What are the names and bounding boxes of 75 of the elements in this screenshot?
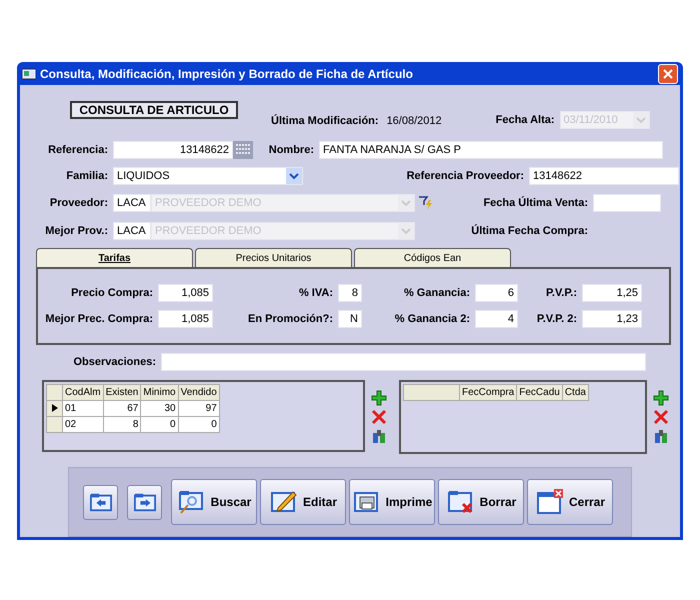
table-cell: 02: [62, 416, 104, 432]
column-header: Existen: [103, 384, 141, 400]
field-label: Mejor Prec. Compra:: [44, 312, 154, 327]
field-label: En Promoción?:: [247, 312, 334, 327]
tab[interactable]: Tarifas: [36, 248, 193, 267]
field-label: Proveedor:: [48, 196, 109, 211]
column-header: Ctda: [562, 384, 588, 400]
input-field[interactable]: N: [338, 310, 362, 328]
input-field[interactable]: 13148622: [113, 141, 233, 159]
input-field[interactable]: 4: [475, 310, 518, 328]
table-cell: 97: [178, 400, 220, 416]
input-field[interactable]: 1,085: [158, 284, 213, 302]
input-field[interactable]: FANTA NARANJA S/ GAS P: [319, 141, 663, 159]
toolbar-button[interactable]: Cerrar: [527, 479, 613, 525]
input-field[interactable]: 6: [475, 284, 518, 302]
tab[interactable]: Códigos Ean: [354, 248, 511, 267]
field-label: Fecha Última Venta:: [482, 195, 589, 211]
column-header: FecCadu: [516, 384, 562, 400]
input-field[interactable]: 8: [338, 284, 362, 302]
column-header: Vendido: [178, 384, 220, 400]
section-title: CONSULTA DE ARTICULO: [70, 101, 238, 119]
close-button[interactable]: [658, 64, 678, 84]
table-cell: 67: [103, 400, 141, 416]
toolbar-button[interactable]: Buscar: [171, 479, 257, 525]
table-cell: 0: [140, 416, 178, 432]
table-cell: 30: [140, 400, 178, 416]
close-icon: [663, 68, 673, 78]
field-label: Última Modificación:: [271, 113, 380, 129]
field-label: Nombre:: [268, 142, 315, 158]
nav-button[interactable]: [83, 484, 118, 520]
input-field[interactable]: 1,23: [582, 310, 642, 328]
input-field[interactable]: 13148622: [529, 167, 679, 185]
window-app-icon: [22, 68, 36, 80]
column-header: Minimo: [140, 384, 178, 400]
field-label: % IVA:: [298, 286, 334, 301]
delete-icon[interactable]: [653, 409, 669, 425]
window-close-icon: [534, 488, 563, 516]
field-label: Precio Compra:: [70, 286, 154, 301]
last-modified-date: 16/08/2012: [386, 114, 442, 129]
field-label: P.V.P.:: [545, 286, 578, 301]
table-cell: 8: [103, 416, 141, 432]
input-field[interactable]: [161, 353, 646, 371]
column-header: FecCompra: [460, 384, 517, 400]
current-row-icon: [52, 404, 58, 412]
toolbar-button[interactable]: Editar: [260, 479, 346, 525]
input-field[interactable]: 1,25: [582, 284, 642, 302]
input-field[interactable]: 1,085: [158, 310, 213, 328]
familia-dropdown[interactable]: LIQUIDOS: [113, 167, 303, 185]
field-label: % Ganancia 2:: [394, 312, 471, 327]
delete-icon[interactable]: [371, 409, 387, 425]
folder-left-arrow-icon: [88, 491, 112, 513]
filter-lightning-icon[interactable]: [418, 195, 434, 211]
window-title: Consulta, Modificación, Impresión y Borrado de Ficha de Artículo: [40, 66, 414, 82]
field-label: P.V.P. 2:: [536, 312, 578, 327]
field-label: Familia:: [65, 168, 109, 184]
field-label: Última Fecha Compra:: [470, 223, 589, 239]
nav-button[interactable]: [127, 484, 162, 520]
table-cell: 0: [178, 416, 220, 432]
folder-right-arrow-icon: [132, 491, 156, 513]
input-field[interactable]: [593, 194, 661, 212]
tab[interactable]: Precios Unitarios: [195, 248, 352, 267]
table-cell: 01: [62, 400, 104, 416]
add-icon[interactable]: [371, 390, 387, 406]
toolbar-button[interactable]: Imprime: [349, 479, 435, 525]
field-label: % Ganancia:: [402, 286, 471, 301]
add-icon[interactable]: [653, 390, 669, 406]
field-label: Fecha Alta:: [496, 112, 556, 128]
toolbar-button[interactable]: Borrar: [438, 479, 524, 525]
field-label: Mejor Prov.:: [44, 224, 109, 239]
row-header-cell: [404, 384, 460, 400]
column-header: CodAlm: [62, 384, 104, 400]
field-label: Observaciones:: [72, 354, 157, 370]
field-label: Referencia:: [47, 142, 109, 158]
folder-magnifier-icon: [176, 488, 205, 516]
field-label: Referencia Proveedor:: [406, 168, 525, 184]
